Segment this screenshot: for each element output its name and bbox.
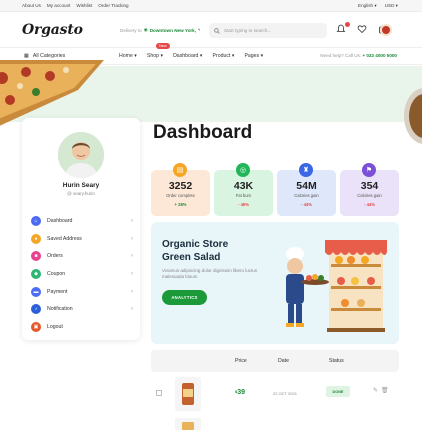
chevron-right-icon: ›	[131, 235, 133, 242]
promo-banner: Organic Store Green Salad Vivamus adipis…	[151, 222, 399, 344]
map-pin-icon: ●	[31, 233, 41, 244]
profile-handle: @ seary.hurin	[67, 191, 95, 196]
row-date: 22 OCT 2021	[273, 391, 297, 396]
wishlist-link[interactable]: Wishlist	[76, 3, 92, 8]
menu-item-payment[interactable]: ▬ Payment ›	[31, 283, 133, 301]
stat-label: Calories gain	[294, 193, 319, 198]
promo-description: Vivamus adipiscing dolor dignissim liber…	[162, 268, 257, 279]
analytics-button[interactable]: ANALYTICS	[162, 290, 207, 305]
menu-item-coupon[interactable]: ◆ Coupon ›	[31, 265, 133, 283]
row-actions: ✎ 🗑	[373, 387, 389, 394]
chevron-right-icon: ›	[131, 217, 133, 224]
stat-change: - 44%	[364, 202, 375, 207]
col-status: Status	[329, 358, 344, 364]
page-title: Dashboard	[153, 122, 253, 143]
col-date: Date	[278, 358, 289, 364]
notification-bell-icon[interactable]	[335, 22, 350, 36]
about-us-link[interactable]: About Us	[22, 3, 41, 8]
chevron-right-icon: ›	[131, 253, 133, 260]
menu-item-orders[interactable]: ■ Orders ›	[31, 247, 133, 265]
nav-pages[interactable]: Pages ▾	[244, 53, 263, 59]
search-placeholder: Start typing to search...	[224, 28, 272, 33]
stat-label: Fat burn	[235, 193, 252, 198]
map-pin-icon: ◉	[143, 27, 148, 32]
stat-card-calories-gain-2: ⚑ 354 Calories gain - 44%	[340, 163, 399, 216]
stat-value: 54M	[296, 180, 317, 192]
product-image	[175, 377, 201, 411]
chevron-right-icon: ›	[131, 306, 133, 313]
menu-item-logout[interactable]: ▣ Logout	[31, 318, 133, 336]
product-image	[175, 418, 201, 430]
row-checkbox[interactable]	[156, 390, 162, 396]
my-account-link[interactable]: My account	[47, 3, 71, 8]
site-logo[interactable]: Orgasto	[22, 22, 83, 38]
nav-shop[interactable]: Shop ▾	[147, 53, 163, 59]
grocery-stall-illustration	[286, 240, 387, 332]
table-row: $39 22 OCT 2021 DONE ✎ 🗑	[151, 374, 399, 414]
grid-icon: ▦	[24, 53, 29, 59]
top-utility-bar: About Us My account Wishlist Order Track…	[0, 0, 422, 12]
col-price: Price	[235, 358, 247, 364]
orders-table-header: Price Date Status	[151, 350, 399, 372]
stat-change: + 28%	[174, 202, 187, 207]
status-badge: DONE	[326, 386, 350, 397]
stat-change: - 44%	[301, 202, 312, 207]
menu-item-notification[interactable]: ♪ Notification ›	[31, 300, 133, 318]
search-input[interactable]: Start typing to search...	[209, 23, 327, 38]
profile-card: Hurin Seary @ seary.hurin ⌂ Dashboard › …	[22, 118, 140, 340]
chevron-right-icon: ›	[131, 288, 133, 295]
stat-label: Order complete	[166, 193, 195, 198]
user-avatar[interactable]	[380, 24, 392, 36]
help-contact: Need help? Call Us: + 032 4000 5000	[320, 53, 397, 58]
bag-icon: ▤	[173, 163, 187, 177]
menu-item-saved-address[interactable]: ● Saved Address ›	[31, 230, 133, 248]
currency-select[interactable]: USD ▾	[385, 3, 398, 9]
stat-card-fat-burn: ◎ 43K Fat burn - 45%	[214, 163, 273, 216]
lock-icon: ▣	[31, 321, 41, 332]
nav-product[interactable]: Product ▾	[213, 53, 235, 59]
trophy-icon: ♜	[299, 163, 313, 177]
scale-icon: ◎	[236, 163, 250, 177]
flag-icon: ⚑	[362, 163, 376, 177]
table-row	[151, 416, 399, 430]
wishlist-heart-icon[interactable]	[356, 24, 368, 36]
stat-change: - 45%	[238, 202, 249, 207]
order-tracking-link[interactable]: Order Tracking	[98, 3, 128, 8]
stat-value: 43K	[233, 180, 254, 192]
chevron-down-icon: ▾	[198, 27, 201, 32]
trash-icon[interactable]: 🗑	[381, 387, 389, 394]
profile-name: Hurin Seary	[62, 182, 100, 189]
language-select[interactable]: English ▾	[358, 3, 377, 9]
profile-avatar	[58, 132, 104, 178]
ticket-icon: ◆	[31, 268, 41, 279]
card-icon: ▬	[31, 286, 41, 297]
stat-card-calories-gain: ♜ 54M Calories gain - 44%	[277, 163, 336, 216]
delivery-location[interactable]: Delivery to ◉ Downtown New York, ▾	[120, 27, 200, 33]
promo-heading: Organic Store Green Salad	[162, 239, 229, 263]
stat-value: 3252	[168, 180, 193, 192]
menu-item-dashboard[interactable]: ⌂ Dashboard ›	[31, 212, 133, 230]
search-icon	[214, 27, 220, 34]
stat-label: Calories gain	[357, 193, 382, 198]
new-badge: New	[156, 43, 170, 49]
notification-dot	[345, 22, 350, 27]
stat-value: 354	[360, 180, 379, 192]
box-icon: ■	[31, 251, 41, 262]
row-price: $39	[235, 389, 246, 396]
home-icon: ⌂	[31, 215, 41, 226]
bell-icon: ♪	[31, 304, 41, 315]
food-bowl-image	[404, 88, 422, 144]
all-categories-button[interactable]: ▦ All Categories	[24, 53, 65, 59]
profile-menu: ⌂ Dashboard › ● Saved Address › ■ Orders…	[31, 212, 133, 336]
edit-icon[interactable]: ✎	[373, 387, 378, 394]
nav-home[interactable]: Home ▾	[119, 53, 137, 59]
nav-dashboard[interactable]: Dashboard ▾	[173, 53, 202, 59]
chevron-right-icon: ›	[131, 270, 133, 277]
stat-card-orders: ▤ 3252 Order complete + 28%	[151, 163, 210, 216]
